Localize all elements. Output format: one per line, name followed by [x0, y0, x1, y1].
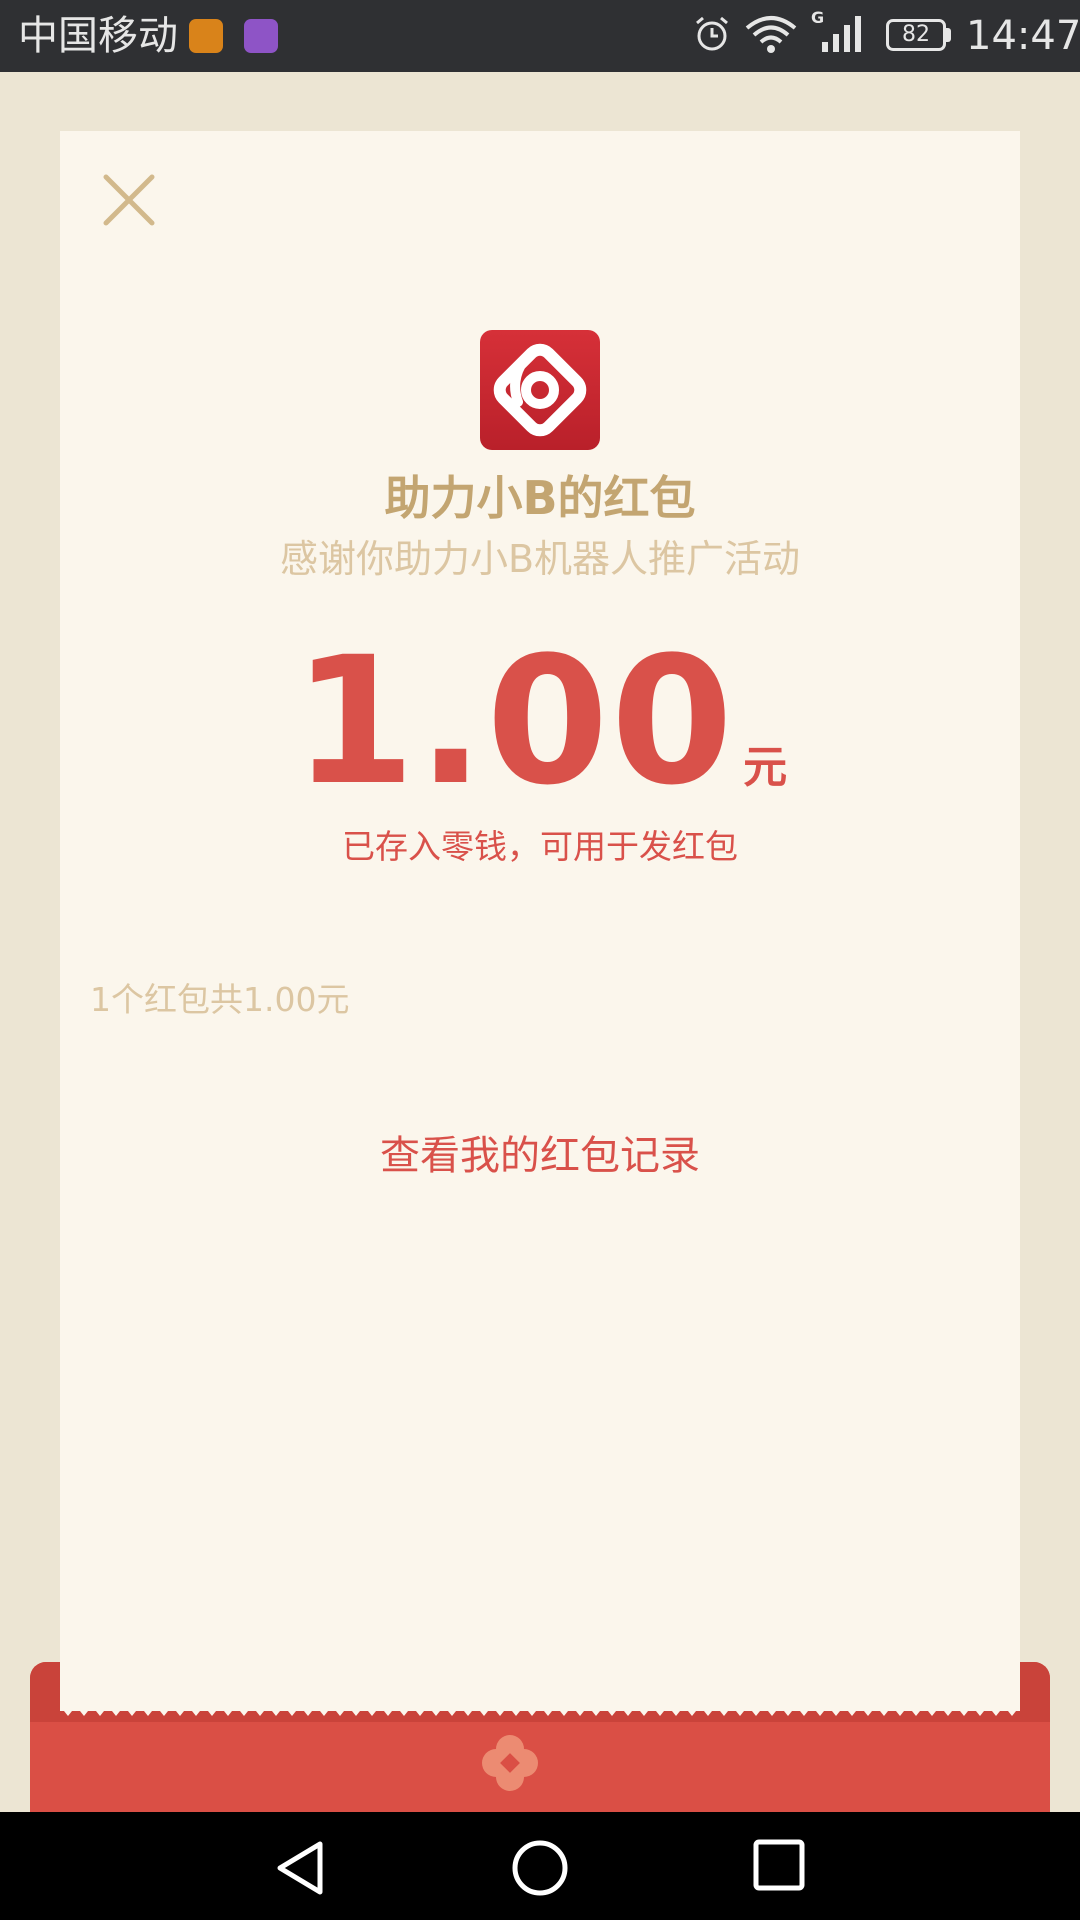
battery-level: 82	[902, 22, 930, 47]
battery-tip	[946, 28, 951, 42]
close-icon[interactable]	[103, 174, 155, 226]
wifi-icon	[745, 16, 797, 53]
amount-value: 1.00	[292, 619, 736, 824]
packet-summary: 1个红包共1.00元	[90, 980, 350, 1019]
packet-title: 助力小B的红包	[384, 471, 696, 525]
app-logo	[480, 330, 600, 450]
home-icon[interactable]	[510, 1838, 570, 1898]
amount-display: 1.00 元	[0, 622, 1080, 822]
status-bar: 中国移动 G 82 14:47	[0, 0, 1080, 72]
gallery-app-notification-icon	[244, 19, 278, 53]
carrier-label: 中国移动	[18, 13, 178, 59]
card-zigzag-edge	[60, 1706, 1020, 1716]
app-logo-icon	[493, 343, 587, 437]
packet-subtitle: 感谢你助力小B机器人推广活动	[279, 537, 801, 581]
battery-indicator: 82	[886, 19, 946, 51]
back-icon[interactable]	[270, 1838, 330, 1898]
recent-apps-icon[interactable]	[752, 1838, 806, 1892]
clock: 14:47	[966, 13, 1080, 59]
deposit-note: 已存入零钱，可用于发红包	[342, 827, 738, 866]
alarm-icon	[696, 16, 728, 51]
amount-unit: 元	[743, 742, 788, 793]
envelope-emblem-icon	[482, 1735, 538, 1791]
health-app-notification-icon	[189, 19, 223, 53]
signal-strength-icon	[822, 16, 861, 52]
view-records-link[interactable]: 查看我的红包记录	[0, 1128, 1080, 1184]
